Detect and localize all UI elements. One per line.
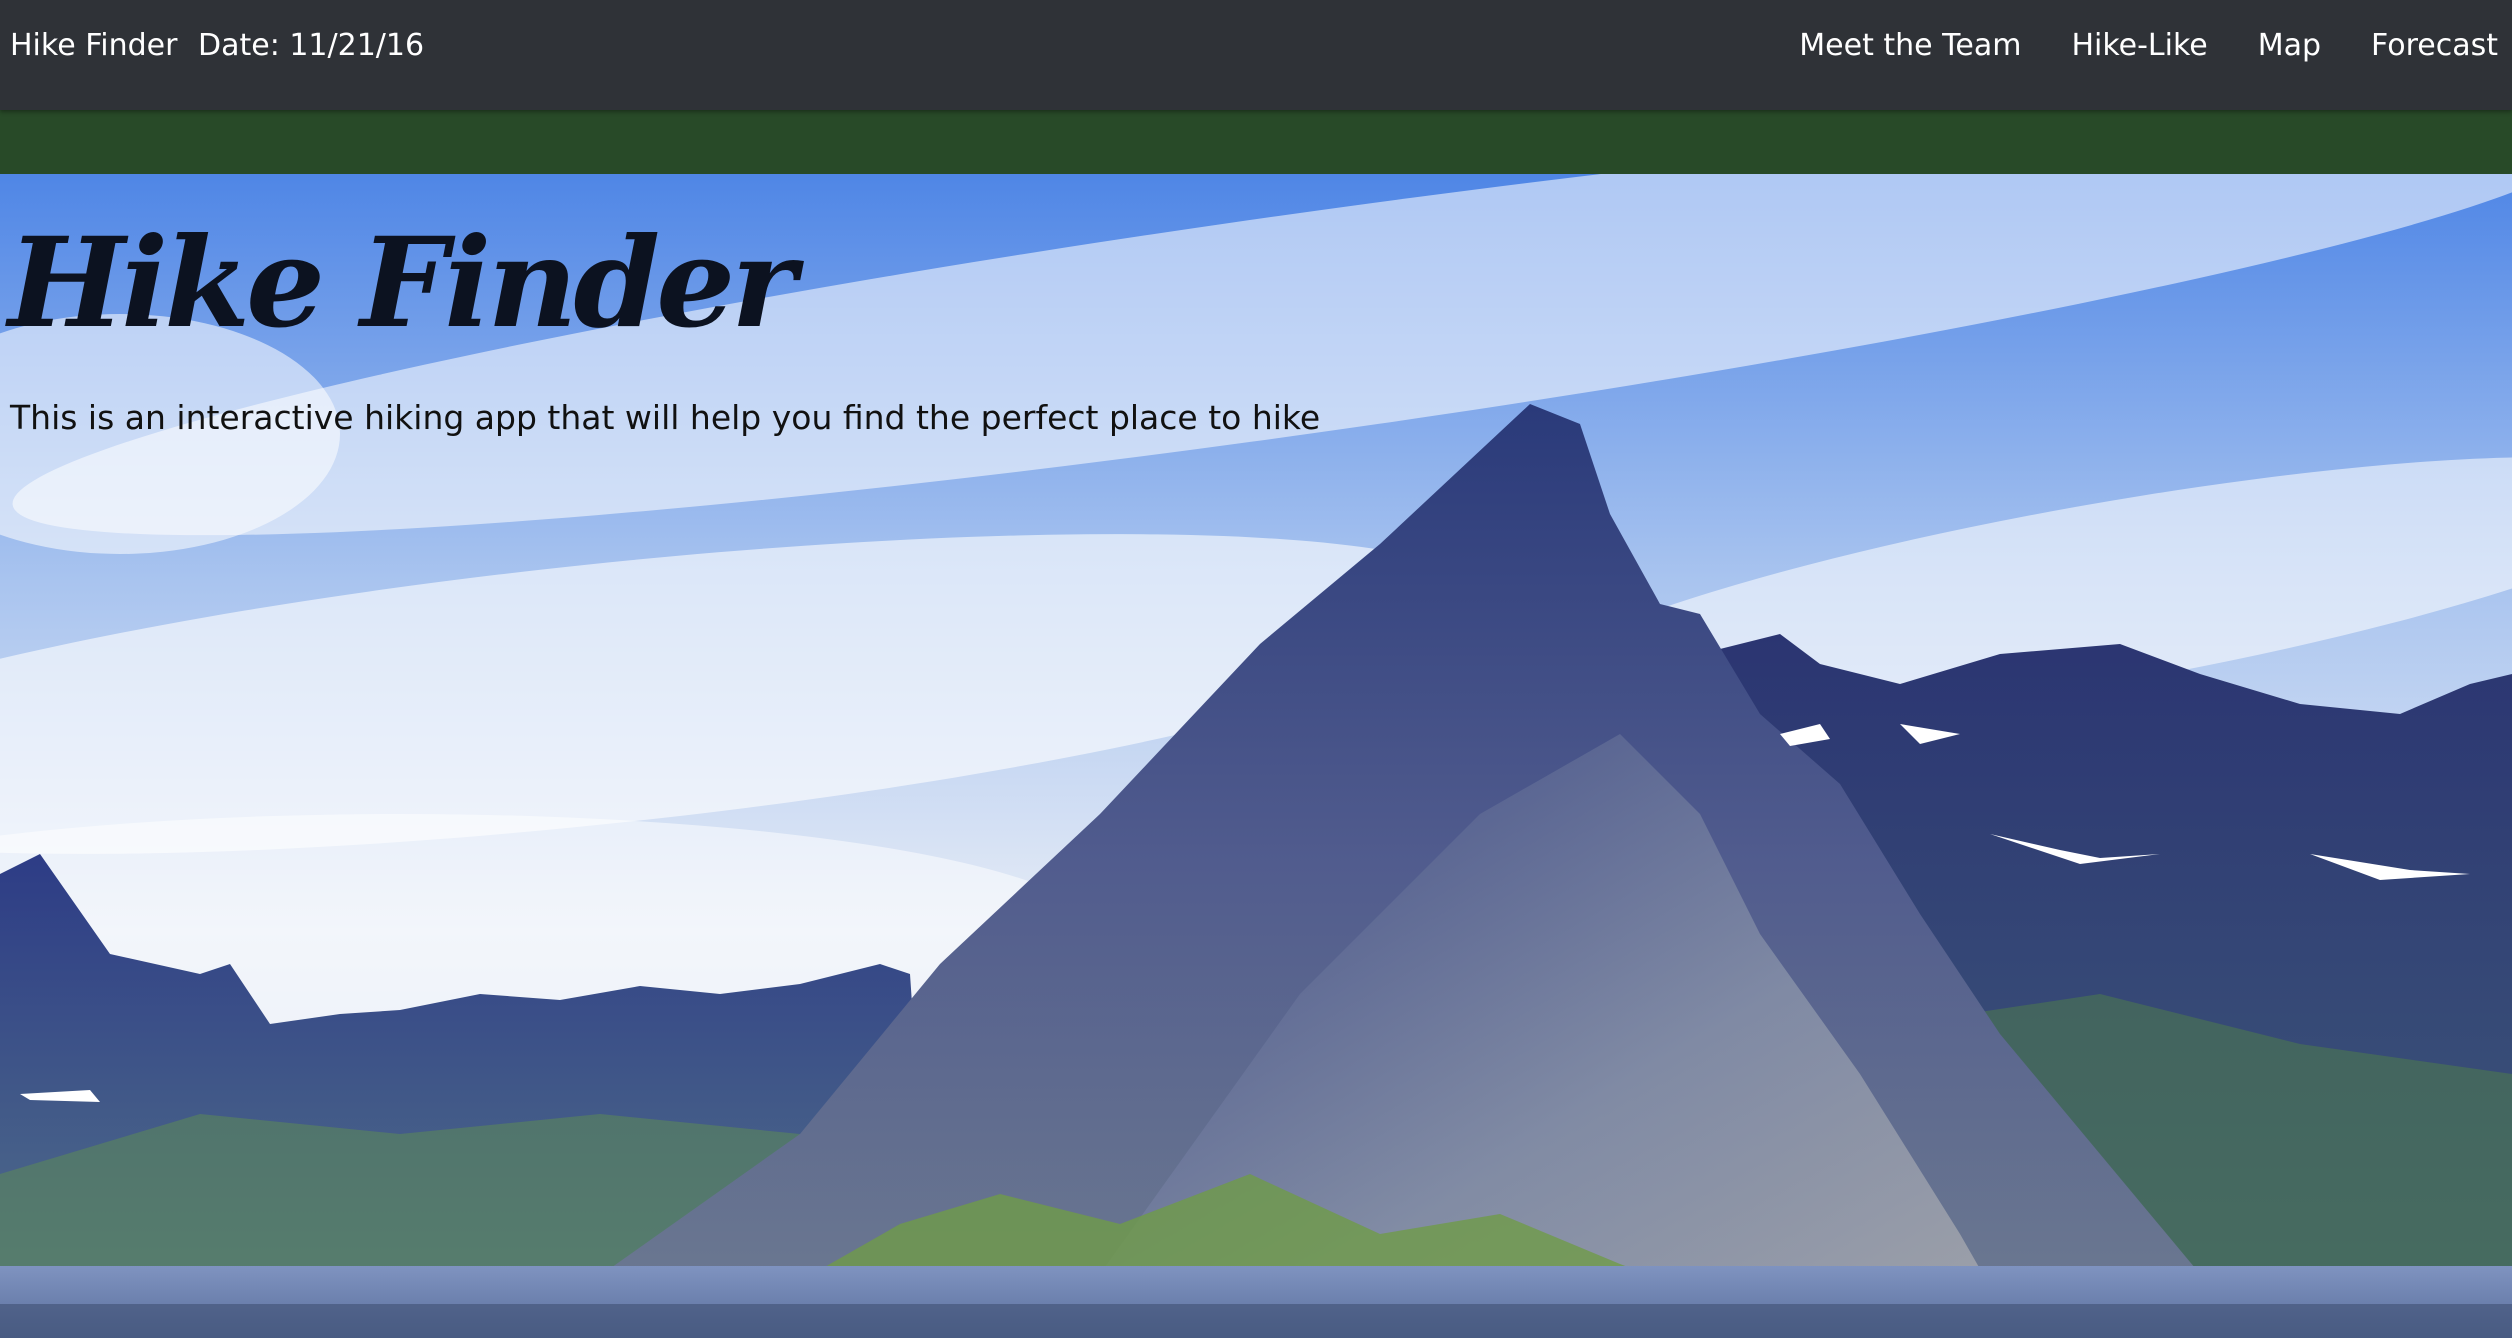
navbar-links: Meet the Team Hike-Like Map Forecast (1749, 26, 2512, 66)
green-banner (0, 110, 2512, 174)
nav-link-hike-like[interactable]: Hike-Like (2071, 26, 2207, 66)
hero-title: Hike Finder (8, 211, 796, 356)
navbar-brand[interactable]: Hike Finder (10, 26, 177, 66)
nav-link-meet-the-team[interactable]: Meet the Team (1799, 26, 2021, 66)
navbar-date: Date: 11/21/16 (198, 28, 425, 63)
nav-link-map[interactable]: Map (2258, 26, 2321, 66)
nav-link-forecast[interactable]: Forecast (2371, 26, 2498, 66)
top-navbar: Hike Finder Date: 11/21/16 Meet the Team… (0, 0, 2512, 110)
hero-subtitle: This is an interactive hiking app that w… (10, 398, 1321, 437)
